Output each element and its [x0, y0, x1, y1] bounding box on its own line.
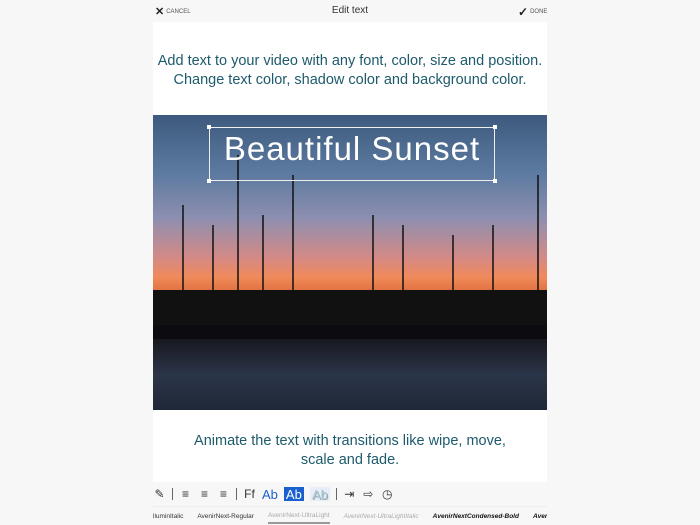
shadow-color-button[interactable]: Ab — [309, 487, 330, 502]
text-color-button[interactable]: Ab — [262, 487, 278, 502]
font-option[interactable]: AvenirNext-Regular — [197, 510, 254, 523]
top-bar: ✕ CANCEL Edit text ✓ DONE — [0, 0, 700, 22]
overlay-text[interactable]: Beautiful Sunset — [210, 130, 494, 168]
align-center-icon[interactable]: ≡ — [198, 487, 211, 501]
font-option[interactable]: AvenirNextCondensed-Bold — [433, 510, 519, 523]
align-right-icon[interactable]: ≡ — [217, 487, 230, 501]
done-button[interactable]: ✓ DONE — [518, 5, 547, 19]
transition-in-icon[interactable]: ⇥ — [343, 487, 356, 501]
text-toolbar: ✎ ≡ ≡ ≡ Ff Ab Ab Ab ⇥ ⇨ ◷ — [153, 486, 394, 502]
page-title: Edit text — [331, 5, 369, 16]
caption-line: Add text to your video with any font, co… — [157, 53, 543, 69]
font-option[interactable]: AvenirNext-UltraLightItalic — [344, 510, 419, 523]
timing-icon[interactable]: ◷ — [381, 487, 394, 501]
divider — [236, 488, 237, 500]
resize-handle[interactable] — [493, 125, 497, 129]
font-option[interactable]: lluminItalic — [153, 510, 183, 523]
caption-line: Animate the text with transitions like w… — [194, 433, 506, 449]
preview-area: Add text to your video with any font, co… — [153, 22, 547, 482]
font-option-selected[interactable]: AvenirNext-UltraLight — [267, 509, 330, 524]
text-selection-box[interactable]: Beautiful Sunset — [207, 125, 497, 183]
resize-handle[interactable] — [493, 179, 497, 183]
caption-line: Change text color, shadow color and back… — [173, 72, 527, 88]
resize-handle[interactable] — [207, 179, 211, 183]
background-color-button[interactable]: Ab — [283, 487, 304, 502]
font-option[interactable]: AvenirNextCondensed-BoldItalic — [533, 510, 547, 523]
divider — [335, 488, 337, 500]
checkmark-icon: ✓ — [518, 5, 529, 19]
align-left-icon[interactable]: ≡ — [179, 487, 192, 501]
font-button[interactable]: Ff — [243, 487, 256, 501]
resize-handle[interactable] — [207, 125, 211, 129]
transition-out-icon[interactable]: ⇨ — [362, 487, 375, 501]
font-picker: lluminItalic AvenirNext-Regular AvenirNe… — [153, 506, 547, 525]
edit-text-icon[interactable]: ✎ — [153, 487, 166, 501]
caption-top: Add text to your video with any font, co… — [153, 52, 547, 90]
done-label: DONE — [530, 9, 548, 15]
caption-line: scale and fade. — [300, 452, 400, 468]
divider — [172, 488, 173, 500]
caption-bottom: Animate the text with transitions like w… — [153, 432, 547, 470]
video-frame[interactable]: Beautiful Sunset — [153, 115, 547, 410]
